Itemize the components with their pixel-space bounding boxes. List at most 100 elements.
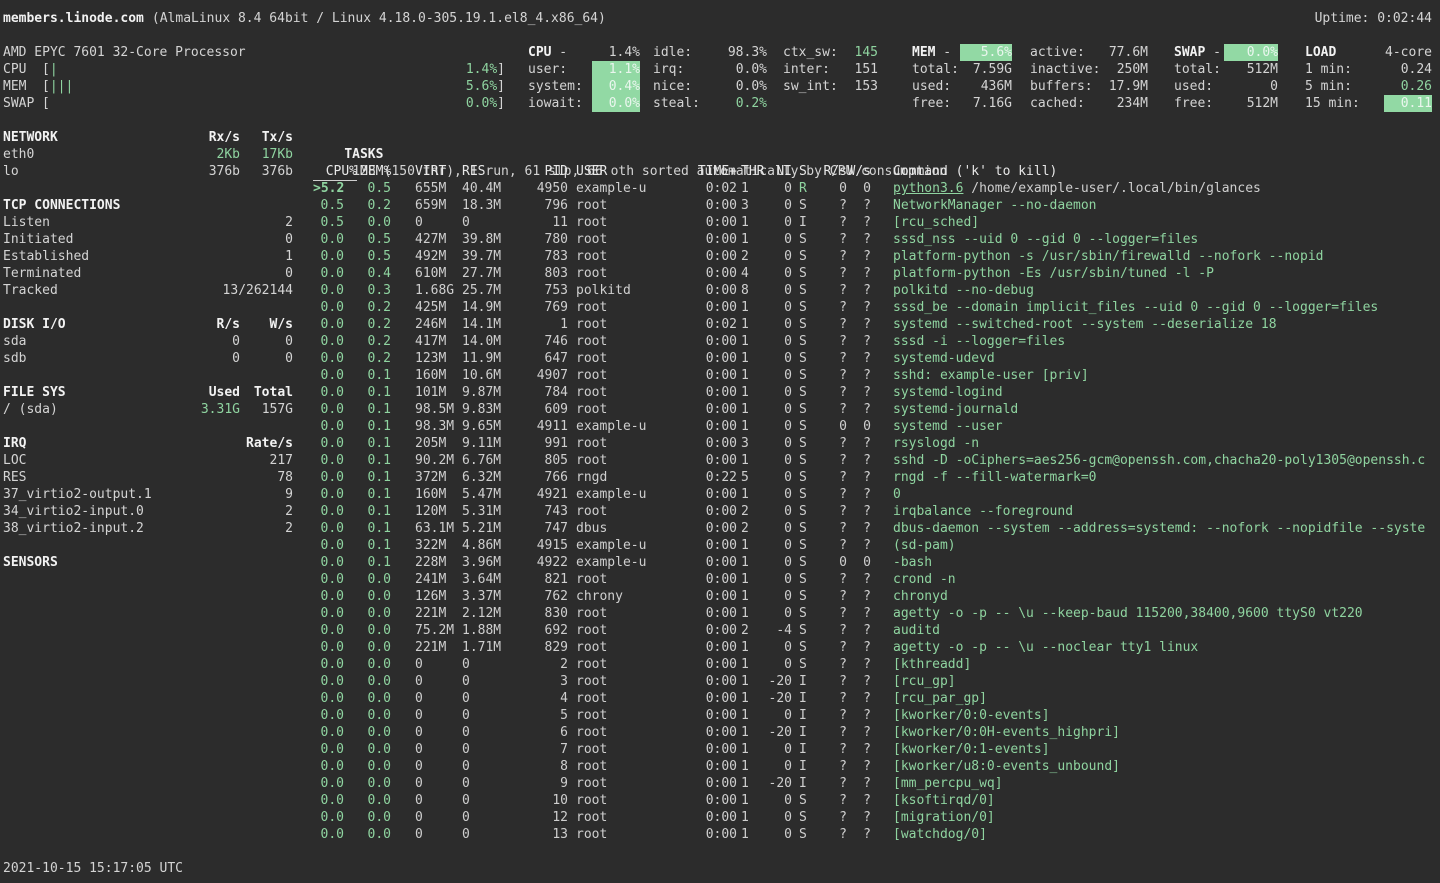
header-write-rate: W/s (847, 163, 871, 180)
pid-cell: 4915 (509, 537, 568, 554)
time-cell: 0:00 (656, 826, 737, 843)
virt-cell: 90.2M (415, 452, 462, 469)
header-pid[interactable]: PID (509, 163, 568, 180)
cpu-percent-cell: 0.0 (313, 809, 344, 826)
header-threads: THR (741, 163, 765, 180)
write-rate-cell: ? (847, 248, 871, 265)
command-cell: sssd -i --logger=files (893, 333, 1440, 350)
virt-cell: 246M (415, 316, 462, 333)
virt-cell: 610M (415, 265, 462, 282)
res-cell: 0 (462, 792, 509, 809)
header-mem-percent[interactable]: MEM% (360, 163, 391, 180)
nice-cell: -20 (765, 724, 792, 741)
column-header: Rx/s (187, 129, 240, 146)
pid-cell: 4950 (509, 180, 568, 197)
command-cell: [rcu_gp] (893, 673, 1440, 690)
threads-cell: 1 (741, 418, 765, 435)
read-rate-cell: ? (811, 605, 847, 622)
mem-percent-cell: 0.5 (360, 248, 391, 265)
mem-percent-cell: 0.0 (360, 758, 391, 775)
header-cpu-percent[interactable]: CPU% (313, 163, 344, 180)
res-cell: 2.12M (462, 605, 509, 622)
gauge-percent: 0.0% (466, 95, 497, 112)
header-command[interactable]: Command ('k' to kill) (893, 163, 1440, 180)
state-cell: S (799, 367, 811, 384)
user-cell: root (576, 265, 656, 282)
process-row: 0.00.00012root0:0010S??[migration/0] (313, 809, 1440, 826)
cpu-percent-cell: 0.0 (313, 673, 344, 690)
stat-value-text: 0.2% (717, 95, 767, 112)
command-args: -o -p -- \u --keep-baud 115200,38400,960… (940, 606, 1363, 621)
stat-label: buffers: (1030, 78, 1102, 95)
command-args: -s /usr/sbin/firewalld --nofork --nopid (1010, 249, 1323, 264)
write-rate-cell: ? (847, 469, 871, 486)
read-rate-cell: ? (811, 231, 847, 248)
threads-cell: 1 (741, 299, 765, 316)
virt-cell: 0 (415, 758, 462, 775)
cpu-percent-cell: 0.5 (313, 197, 344, 214)
stat-label: inactive: (1030, 61, 1102, 78)
pid-cell: 2 (509, 656, 568, 673)
pid-cell: 10 (509, 792, 568, 809)
nice-cell: 0 (765, 537, 792, 554)
time-cell: 0:00 (656, 350, 737, 367)
mem-percent-cell: 0.5 (360, 231, 391, 248)
stat-value-text: 250M (1102, 61, 1148, 78)
time-cell: 0:00 (656, 333, 737, 350)
header-time[interactable]: TIME+ (656, 163, 737, 180)
user-cell: dbus (576, 520, 656, 537)
user-cell: example-u (576, 554, 656, 571)
write-rate-cell: ? (847, 639, 871, 656)
pid-cell: 4911 (509, 418, 568, 435)
pid-cell: 829 (509, 639, 568, 656)
read-rate-cell: ? (811, 214, 847, 231)
threads-cell: 1 (741, 809, 765, 826)
command-cell: NetworkManager --no-daemon (893, 197, 1440, 214)
threads-cell: 1 (741, 401, 765, 418)
virt-cell: 241M (415, 571, 462, 588)
stat-label: used: (912, 78, 960, 95)
mem-panel-row: free:7.16Gcached:234M (912, 95, 1148, 112)
virt-cell: 0 (415, 775, 462, 792)
write-rate-cell: ? (847, 520, 871, 537)
write-rate-cell: ? (847, 775, 871, 792)
user-cell: root (576, 248, 656, 265)
res-cell: 9.87M (462, 384, 509, 401)
stat-value-text: 0.0% (717, 61, 767, 78)
stat-label: free: (1174, 95, 1224, 112)
read-rate-cell: ? (811, 537, 847, 554)
tcp-item: Listen2 (3, 214, 293, 231)
mem-percent-cell: 0.0 (360, 673, 391, 690)
stat-label: 15 min: (1305, 95, 1361, 112)
header-res[interactable]: RES (462, 163, 509, 180)
mem-percent-cell: 0.0 (360, 792, 391, 809)
mem-percent-cell: 0.1 (360, 452, 391, 469)
mem-percent-cell: 0.5 (360, 180, 391, 197)
cpu-panel-row: iowait:0.0%steal:0.2% (528, 95, 878, 112)
command-args: /home/example-user/.local/bin/glances (963, 181, 1260, 196)
command-cell: chronyd (893, 588, 1440, 605)
state-cell: I (799, 214, 811, 231)
gauge-ticks-icon: | (50, 61, 466, 78)
stat-value: 0.26 (1361, 78, 1432, 95)
command-name: 0 (893, 487, 901, 502)
time-cell: 0:00 (656, 775, 737, 792)
cpu-percent-cell: 0.0 (313, 707, 344, 724)
command-args: --no-debug (948, 283, 1034, 298)
mem-panel-row: used:436Mbuffers:17.9M (912, 78, 1148, 95)
time-cell: 0:00 (656, 707, 737, 724)
write-rate-cell: ? (847, 282, 871, 299)
res-cell: 11.9M (462, 350, 509, 367)
command-name: [mm_percpu_wq] (893, 776, 1003, 791)
header-virt[interactable]: VIRT (415, 163, 462, 180)
swap-panel-row: total:512M (1174, 61, 1278, 78)
stat-value-text: 0.0% (1224, 44, 1278, 61)
res-cell: 0 (462, 690, 509, 707)
item-value: 0 (240, 350, 293, 367)
diskio-header: DISK I/OR/sW/s (3, 316, 293, 333)
time-cell: 0:00 (656, 520, 737, 537)
stat-value-text: 151 (847, 61, 878, 78)
glances-terminal[interactable]: members.linode.com (AlmaLinux 8.4 64bit … (0, 0, 1440, 883)
item-name: Tracked (3, 282, 187, 299)
header-user[interactable]: USER (576, 163, 656, 180)
